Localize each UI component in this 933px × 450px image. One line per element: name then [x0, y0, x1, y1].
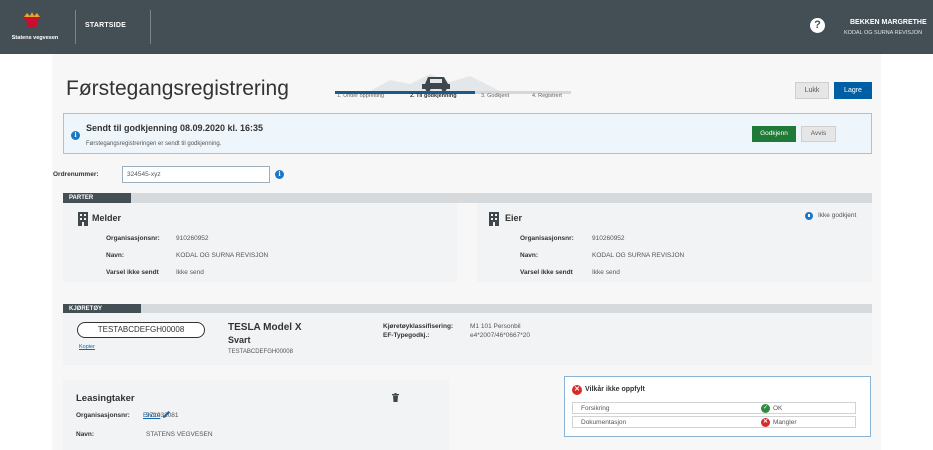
leasingtaker-card: Leasingtaker Organisasjonsnr: 971032081 …: [63, 380, 449, 450]
check-icon: ✓: [761, 404, 770, 413]
ordrenummer-label: Ordrenummer:: [53, 171, 99, 178]
name-label: Navn:: [106, 252, 125, 259]
crown-emblem-icon: [24, 12, 40, 28]
vilkar-row: Dokumentasjon ✕ Mangler: [572, 416, 856, 428]
reject-button[interactable]: Avvis: [801, 126, 836, 142]
top-bar: Statens vegvesen STARTSIDE ? BEKKEN MARG…: [0, 0, 933, 54]
name-label: Navn:: [76, 431, 95, 438]
ef-typegodkjenning-value: e4*2007/46*0667*20: [470, 332, 531, 339]
vilkar-row: Forsikring ✓ OK: [572, 402, 856, 414]
org-label: Organisasjonsnr:: [520, 235, 574, 242]
car-progress-illustration: [370, 74, 500, 91]
melder-title: Melder: [92, 213, 122, 223]
eier-status: Ikke godkjent: [818, 212, 857, 219]
topbar-divider: [150, 10, 151, 44]
error-icon: ✕: [761, 418, 770, 427]
page-title: Førstegangsregistrering: [66, 77, 289, 100]
vilkar-title: Vilkår ikke oppfylt: [585, 386, 645, 393]
startside-link[interactable]: STARTSIDE: [85, 22, 126, 29]
ef-typegodkjenning-label: EF-Typegodkj.:: [383, 332, 430, 339]
parter-section-label: PARTER: [63, 193, 131, 203]
org-label: Organisasjonsnr:: [76, 412, 130, 419]
org-label: Organisasjonsnr:: [106, 235, 160, 242]
vilkar-row-status: Mangler: [773, 419, 797, 426]
save-button[interactable]: Lagre: [834, 82, 872, 99]
building-icon: [78, 212, 88, 226]
pencil-icon[interactable]: [162, 410, 171, 419]
clock-icon: [805, 212, 813, 220]
vilkar-row-status: OK: [773, 405, 783, 412]
org-value: 910260952: [176, 235, 209, 242]
vilkar-row-label: Dokumentasjon: [581, 419, 627, 426]
varsel-label: Varsel ikke sendt: [520, 269, 573, 276]
alert-body: Førstegangsregistreringen er sendt til g…: [86, 141, 222, 147]
user-name[interactable]: BEKKEN MARGRETHE: [850, 19, 927, 26]
vilkar-row-label: Forsikring: [581, 405, 610, 412]
info-icon[interactable]: i: [275, 170, 284, 179]
building-icon: [489, 212, 499, 226]
melder-card: Melder Organisasjonsnr: 910260952 Navn: …: [63, 203, 457, 282]
vehicle-card: [63, 313, 872, 365]
varsel-label: Varsel ikke sendt: [106, 269, 159, 276]
step-registrert: 4. Registrert: [532, 93, 562, 99]
parter-section-bar: [63, 193, 872, 203]
status-alert: i Sendt til godkjenning 08.09.2020 kl. 1…: [63, 113, 872, 154]
registration-plate: TESTABCDEFGH00008: [77, 322, 205, 338]
leasingtaker-title: Leasingtaker: [76, 393, 135, 404]
eier-title: Eier: [505, 213, 523, 223]
name-value: STATENS VEGVESEN: [146, 431, 213, 438]
vehicle-color: Svart: [228, 335, 251, 345]
name-value: KODAL OG SURNA REVISJON: [592, 252, 685, 259]
step-godkjent: 3. Godkjent: [481, 93, 510, 99]
logo-text: Statens vegvesen: [11, 35, 59, 41]
error-icon: ✕: [572, 385, 582, 395]
varsel-value: Ikke send: [176, 269, 204, 276]
org-value: 910260952: [592, 235, 625, 242]
vehicle-model: TESLA Model X: [228, 322, 302, 333]
classification-label: Kjøretøyklassifisering:: [383, 323, 454, 330]
varsel-value: Ikke send: [592, 269, 620, 276]
name-value: KODAL OG SURNA REVISJON: [176, 252, 269, 259]
ordrenummer-input[interactable]: [122, 166, 270, 183]
classification-value: M1 101 Personbil: [470, 323, 521, 330]
topbar-divider: [75, 10, 76, 44]
close-button[interactable]: Lukk: [795, 82, 829, 99]
help-icon[interactable]: ?: [810, 18, 825, 33]
alert-title: Sendt til godkjenning 08.09.2020 kl. 16:…: [86, 123, 264, 133]
vilkar-panel: ✕ Vilkår ikke oppfylt Forsikring ✓ OK Do…: [564, 376, 871, 437]
trash-icon[interactable]: [392, 393, 399, 402]
user-organization: KODAL OG SURNA REVISJON: [844, 30, 923, 36]
copy-link[interactable]: Kopier: [79, 344, 95, 350]
name-label: Navn:: [520, 252, 539, 259]
statens-vegvesen-logo[interactable]: Statens vegvesen: [6, 10, 66, 46]
step-til-godkjenning: 2. Til godkjenning: [410, 93, 457, 99]
step-under-oppretting: 1. Under oppretting: [337, 93, 385, 99]
info-icon: i: [71, 131, 80, 140]
edit-link[interactable]: Endre: [143, 412, 160, 419]
vehicle-vin: TESTABCDEFGH00008: [228, 349, 293, 355]
approve-button[interactable]: Godkjenn: [752, 126, 796, 142]
